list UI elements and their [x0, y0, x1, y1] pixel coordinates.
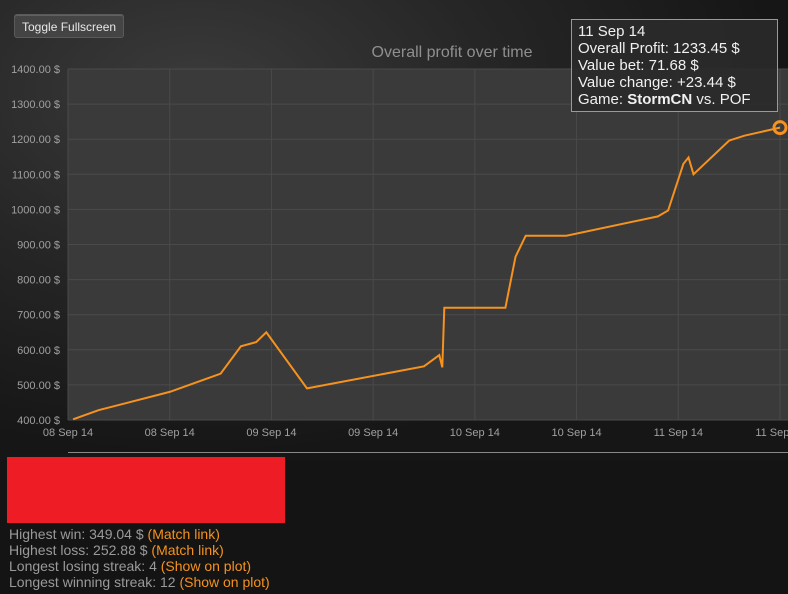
- tooltip-profit: Overall Profit: 1233.45 $: [578, 40, 740, 57]
- data-tooltip: 11 Sep 14 Overall Profit: 1233.45 $ Valu…: [571, 19, 778, 112]
- chart-title: Overall profit over time: [372, 44, 533, 61]
- toggle-fullscreen-button[interactable]: Toggle Fullscreen: [14, 14, 125, 38]
- y-tick-label: 800.00 $: [17, 275, 60, 287]
- x-tick-label: 08 Sep 14: [145, 427, 195, 439]
- y-tick-label: 1100.00 $: [12, 169, 60, 181]
- y-tick-label: 400.00 $: [17, 415, 60, 427]
- winning-streak: Longest winning streak: 12 (Show on plot…: [9, 574, 270, 590]
- x-tick-label: 11 Sep 14: [654, 427, 703, 439]
- x-tick-label: 09 Sep 14: [246, 427, 296, 439]
- y-tick-label: 900.00 $: [17, 240, 60, 252]
- tooltip-date: 11 Sep 14: [578, 23, 646, 40]
- highest-win: Highest win: 349.04 $ (Match link): [9, 526, 220, 542]
- divider: [68, 452, 788, 453]
- highest-loss: Highest loss: 252.88 $ (Match link): [9, 542, 224, 558]
- x-tick-label: 11 Sep 14: [755, 427, 788, 439]
- x-tick-label: 10 Sep 14: [450, 427, 500, 439]
- x-tick-label: 10 Sep 14: [551, 427, 601, 439]
- redacted-block: [7, 457, 285, 523]
- x-tick-label: 08 Sep 14: [43, 427, 93, 439]
- show-winning-streak-link[interactable]: (Show on plot): [179, 574, 269, 590]
- y-tick-label: 1300.00 $: [11, 99, 60, 111]
- show-losing-streak-link[interactable]: (Show on plot): [161, 558, 251, 574]
- losing-streak: Longest losing streak: 4 (Show on plot): [9, 558, 252, 574]
- x-tick-label: 09 Sep 14: [348, 427, 398, 439]
- tooltip-bet: Value bet: 71.68 $: [578, 57, 699, 74]
- match-link-loss[interactable]: (Match link): [151, 542, 223, 558]
- stats-panel: Highest win: 349.04 $ (Match link) Highe…: [9, 526, 270, 590]
- tooltip-change: Value change: +23.44 $: [578, 74, 736, 91]
- y-tick-label: 500.00 $: [17, 380, 60, 392]
- y-tick-label: 700.00 $: [17, 310, 60, 322]
- tooltip-game: Game: StormCN vs. POF: [578, 91, 751, 108]
- y-tick-label: 600.00 $: [17, 345, 60, 357]
- y-tick-label: 1400.00 $: [11, 64, 60, 76]
- y-tick-label: 1000.00 $: [11, 204, 60, 216]
- match-link-win[interactable]: (Match link): [148, 526, 220, 542]
- y-tick-label: 1200.00 $: [11, 134, 60, 146]
